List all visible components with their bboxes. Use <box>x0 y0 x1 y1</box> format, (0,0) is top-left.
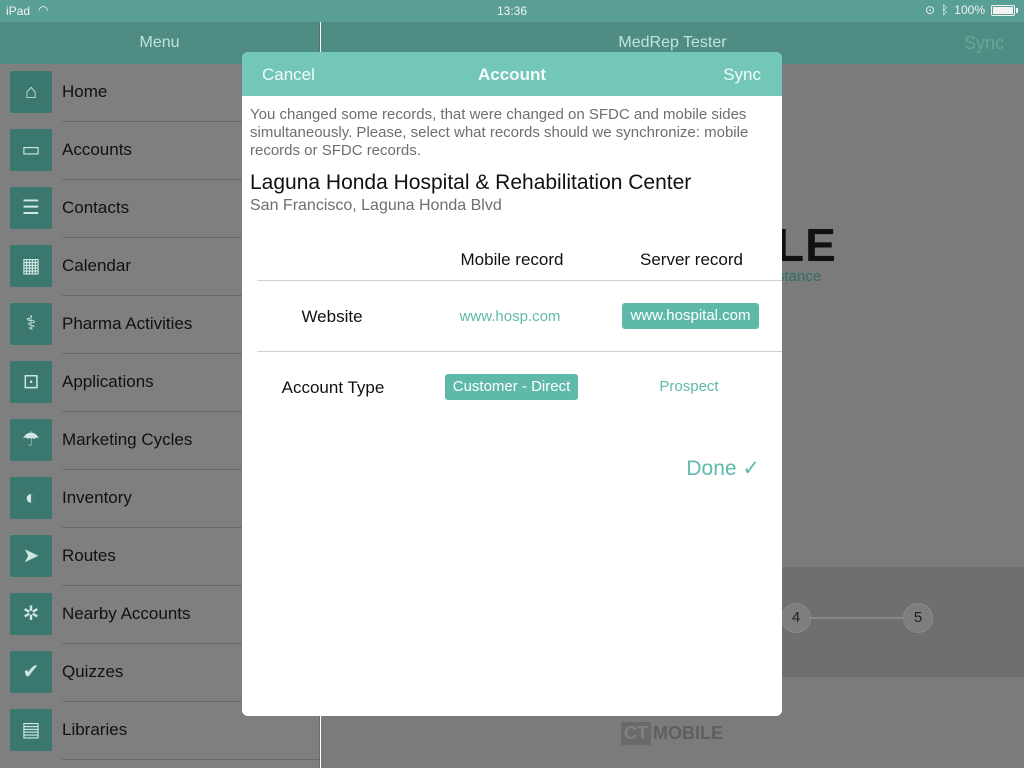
folder-icon: ▭ <box>10 129 52 171</box>
inventory-icon: ◐ <box>10 477 52 519</box>
sidebar-item-label: Contacts <box>62 198 130 217</box>
divider <box>257 351 782 352</box>
sidebar-item-label: Nearby Accounts <box>62 604 191 623</box>
pharma-icon: ⚕ <box>10 303 52 345</box>
navigation-icon: ➤ <box>10 535 52 577</box>
battery-icon <box>991 4 1015 16</box>
lock-rotation-icon: ⊙ <box>925 3 936 17</box>
home-icon: ⌂ <box>10 71 52 113</box>
calendar-icon: ▦ <box>10 245 52 287</box>
background-subtitle: stance <box>777 268 822 285</box>
field-label-account-type: Account Type <box>281 378 385 397</box>
server-value-website-selected[interactable]: www.hospital.com <box>622 303 759 329</box>
presentation-icon: ⊡ <box>10 361 52 403</box>
footer-logo-text: MOBILE <box>653 723 723 743</box>
sidebar-item-label: Applications <box>62 372 154 391</box>
column-header-server: Server record <box>640 250 743 269</box>
account-name: Laguna Honda Hospital & Rehabilitation C… <box>250 171 692 194</box>
mobile-value-website[interactable]: www.hosp.com <box>445 308 575 325</box>
sidebar-item-label: Routes <box>62 546 116 565</box>
column-header-mobile: Mobile record <box>460 250 564 269</box>
field-label-website: Website <box>301 307 363 326</box>
sidebar-item-label: Accounts <box>62 140 132 159</box>
status-bar: iPad ◠ 13:36 ⊙ ᛒ 100% <box>0 0 1024 22</box>
sidebar-item-label: Calendar <box>62 256 131 275</box>
library-icon: ▤ <box>10 709 52 751</box>
done-button[interactable]: Done ✓ <box>686 456 760 481</box>
contacts-icon: ☰ <box>10 187 52 229</box>
checkmark-icon: ✔ <box>10 651 52 693</box>
conflict-message: You changed some records, that were chan… <box>250 106 749 159</box>
footer-logo-prefix: CT <box>621 722 651 745</box>
network-icon: ✲ <box>10 593 52 635</box>
sidebar-item-label: Libraries <box>62 720 128 739</box>
step-5[interactable]: 5 <box>903 603 933 633</box>
sidebar-item-label: Pharma Activities <box>62 314 193 333</box>
main-title: MedRep Tester <box>618 34 727 51</box>
mobile-value-account-type-selected[interactable]: Customer - Direct <box>445 374 578 400</box>
account-address: San Francisco, Laguna Honda Blvd <box>250 197 502 214</box>
bluetooth-icon: ᛒ <box>941 3 949 17</box>
sidebar-item-label: Quizzes <box>62 662 124 681</box>
main-sync-button[interactable]: Sync <box>964 22 1004 64</box>
divider <box>257 280 782 281</box>
dialog-header: Cancel Account Sync <box>242 52 782 96</box>
status-right: ⊙ ᛒ 100% <box>925 3 1018 17</box>
sidebar-item-label: Marketing Cycles <box>62 430 193 449</box>
battery-percent: 100% <box>954 3 985 17</box>
sidebar-item-label: Home <box>62 82 108 101</box>
footer-logo: CT MOBILE <box>621 722 723 745</box>
server-value-account-type[interactable]: Prospect <box>639 378 739 395</box>
dialog-title: Account <box>478 65 546 84</box>
step-4[interactable]: 4 <box>781 603 811 633</box>
battery-tip <box>1016 7 1018 13</box>
background-logo: LE <box>776 219 837 271</box>
sidebar-item-label: Inventory <box>62 488 132 507</box>
divider <box>62 759 320 760</box>
beach-icon: ☂ <box>10 419 52 461</box>
conflict-dialog: Cancel Account Sync You changed some rec… <box>242 52 782 716</box>
sync-button[interactable]: Sync <box>723 65 761 85</box>
clock: 13:36 <box>496 4 528 18</box>
